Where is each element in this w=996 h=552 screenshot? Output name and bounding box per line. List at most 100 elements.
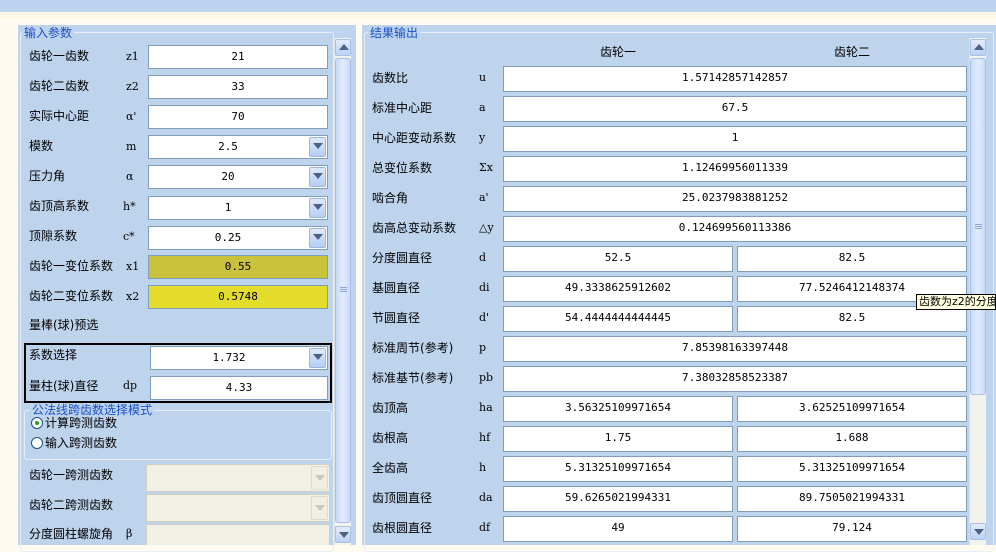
- result-group-title: 结果输出: [368, 26, 421, 40]
- module-value: 2.5: [218, 140, 238, 153]
- gear1-shift-coef-input[interactable]: 0.55: [148, 255, 328, 279]
- measure-preselect-label: 量棒(球)预选: [29, 318, 99, 332]
- input-group-title: 输入参数: [22, 26, 75, 40]
- result-symbol: h: [479, 461, 487, 474]
- scroll-down-button[interactable]: [335, 526, 351, 543]
- clearance-coef-select[interactable]: 0.25: [148, 226, 328, 250]
- addendum-coef-value: 1: [224, 201, 232, 214]
- result-label: 齿根高: [372, 431, 409, 445]
- tooltip: 齿数为z2的分度圆: [916, 294, 996, 310]
- scroll-thumb[interactable]: [970, 58, 986, 395]
- result-gear1-field[interactable]: 3.56325109971654: [503, 396, 733, 422]
- module-dropdown-button[interactable]: [309, 137, 326, 157]
- pressure-angle-dropdown-button[interactable]: [309, 167, 326, 187]
- calc-span-radio[interactable]: [31, 417, 43, 429]
- coef-dropdown-button[interactable]: [309, 348, 326, 368]
- gear1-span-select[interactable]: [146, 464, 330, 492]
- result-value-field[interactable]: 1.12469956011339: [503, 156, 967, 182]
- result-panel-scrollbar[interactable]: [969, 38, 986, 545]
- gear2-span-select[interactable]: [146, 494, 330, 522]
- result-label: 齿根圆直径: [372, 521, 433, 535]
- clearance-coef-dropdown-button[interactable]: [309, 228, 326, 248]
- gear1-span-dropdown-button[interactable]: [311, 466, 328, 490]
- gear2-teeth-input[interactable]: 33: [148, 75, 328, 99]
- pressure-angle-select[interactable]: 20: [148, 165, 328, 189]
- module-symbol: m: [126, 140, 137, 153]
- chevron-up-icon: [974, 44, 984, 50]
- result-gear2-field[interactable]: 3.62525109971654: [737, 396, 967, 422]
- scroll-up-button[interactable]: [335, 39, 351, 56]
- result-symbol: u: [479, 71, 487, 84]
- input-span-label[interactable]: 输入跨测齿数: [45, 436, 117, 450]
- gear1-teeth-symbol: z1: [126, 50, 139, 63]
- result-value-field[interactable]: 7.85398163397448: [503, 336, 967, 362]
- gear2-shift-coef-symbol: x2: [126, 290, 140, 303]
- chevron-down-icon: [313, 143, 323, 149]
- center-distance-symbol: α': [126, 110, 137, 123]
- result-value-field[interactable]: 7.38032858523387: [503, 366, 967, 392]
- grip-icon: [340, 287, 347, 288]
- addendum-coef-dropdown-button[interactable]: [309, 198, 326, 218]
- result-value-field[interactable]: 0.124699560113386: [503, 216, 967, 242]
- chevron-down-icon: [315, 505, 325, 511]
- calc-span-label[interactable]: 计算跨测齿数: [45, 416, 117, 430]
- gear1-teeth-input[interactable]: 21: [148, 45, 328, 69]
- chevron-up-icon: [339, 44, 349, 50]
- pressure-angle-label: 压力角: [29, 169, 66, 183]
- coef-select[interactable]: 1.732: [150, 346, 328, 370]
- gear2-span-label: 齿轮二跨测齿数: [29, 498, 114, 512]
- chevron-down-icon: [313, 204, 323, 210]
- result-label: 齿高总变动系数: [372, 221, 457, 235]
- result-gear1-field[interactable]: 52.5: [503, 246, 733, 272]
- result-value-field[interactable]: 1.57142857142857: [503, 66, 967, 92]
- result-label: 分度圆直径: [372, 251, 433, 265]
- grip-icon: [975, 224, 982, 225]
- helix-angle-symbol: β: [126, 527, 133, 540]
- gear2-shift-coef-input[interactable]: 0.5748: [148, 285, 328, 309]
- scroll-down-button[interactable]: [970, 523, 986, 540]
- result-value-field[interactable]: 67.5: [503, 96, 967, 122]
- helix-angle-input[interactable]: [146, 524, 330, 545]
- chevron-down-icon: [313, 354, 323, 360]
- addendum-coef-symbol: h*: [123, 200, 136, 213]
- result-gear1-field[interactable]: 59.6265021994331: [503, 486, 733, 512]
- result-symbol: a': [479, 191, 489, 204]
- chevron-down-icon: [339, 532, 349, 538]
- result-gear2-field[interactable]: 79.124: [737, 516, 967, 542]
- input-span-radio[interactable]: [31, 437, 43, 449]
- result-symbol: di: [479, 281, 490, 294]
- gear2-span-dropdown-button[interactable]: [311, 496, 328, 520]
- result-gear1-field[interactable]: 49: [503, 516, 733, 542]
- result-gear2-field[interactable]: 82.5: [737, 246, 967, 272]
- center-distance-input[interactable]: 70: [148, 105, 328, 129]
- result-label: 节圆直径: [372, 311, 421, 325]
- result-gear1-field[interactable]: 5.31325109971654: [503, 456, 733, 482]
- gear1-shift-coef-label: 齿轮一变位系数: [29, 259, 114, 273]
- result-gear1-field[interactable]: 54.4444444444445: [503, 306, 733, 332]
- chevron-down-icon: [315, 475, 325, 481]
- ball-diameter-input[interactable]: 4.33: [150, 376, 328, 400]
- scroll-thumb[interactable]: [335, 58, 351, 523]
- input-panel-scrollbar[interactable]: [334, 38, 351, 545]
- result-value-field[interactable]: 1: [503, 126, 967, 152]
- result-value-field[interactable]: 25.0237983881252: [503, 186, 967, 212]
- addendum-coef-select[interactable]: 1: [148, 196, 328, 220]
- result-gear2-field[interactable]: 1.688: [737, 426, 967, 452]
- result-label: 标准周节(参考): [372, 341, 454, 355]
- result-symbol: ha: [479, 401, 493, 414]
- gear2-teeth-symbol: z2: [126, 80, 139, 93]
- clearance-coef-symbol: c*: [123, 230, 135, 243]
- result-gear2-field[interactable]: 5.31325109971654: [737, 456, 967, 482]
- title-bar: [0, 0, 996, 12]
- span-mode-title: 公法线跨齿数选择模式: [30, 403, 155, 417]
- result-symbol: p: [479, 341, 487, 354]
- gear2-column-header: 齿轮二: [834, 45, 871, 59]
- result-gear1-field[interactable]: 49.3338625912602: [503, 276, 733, 302]
- chevron-down-icon: [974, 529, 984, 535]
- result-gear1-field[interactable]: 1.75: [503, 426, 733, 452]
- module-select[interactable]: 2.5: [148, 135, 328, 159]
- scroll-up-button[interactable]: [970, 39, 986, 56]
- ball-diameter-symbol: dp: [123, 379, 138, 392]
- grip-icon: [975, 226, 982, 227]
- result-gear2-field[interactable]: 89.7505021994331: [737, 486, 967, 512]
